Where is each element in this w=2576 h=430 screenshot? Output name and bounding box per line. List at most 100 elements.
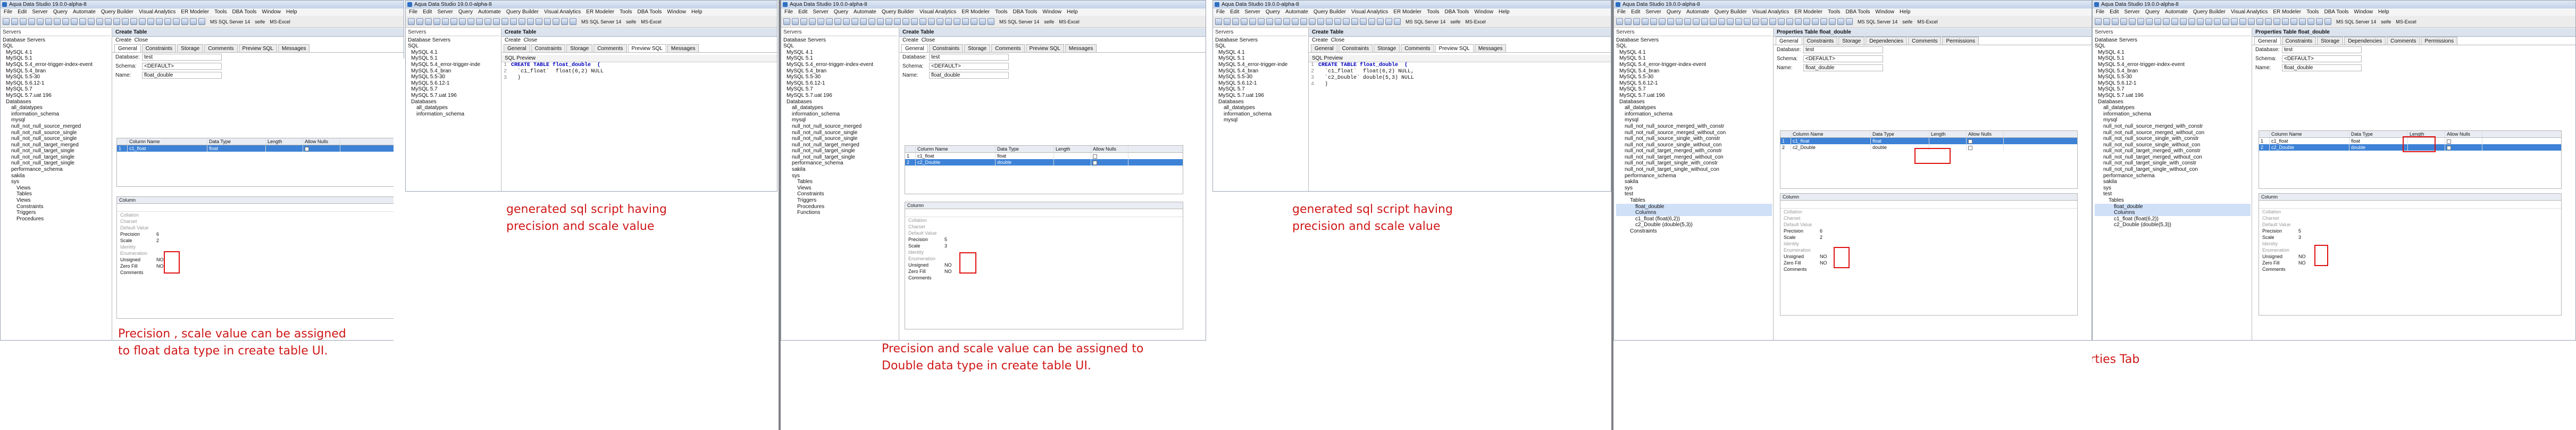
- create-button[interactable]: Create: [115, 37, 131, 43]
- toolbar-button[interactable]: [2290, 18, 2297, 25]
- server-selector[interactable]: MS SQL Server 14: [996, 19, 1039, 24]
- subtab-constraints[interactable]: Constraints: [1803, 37, 1838, 45]
- menu-automate[interactable]: Automate: [73, 9, 96, 16]
- tree-node[interactable]: null_not_null_target_single_with_constr: [1616, 160, 1772, 167]
- toolbar-button[interactable]: [450, 18, 457, 25]
- tab-properties[interactable]: Properties Table float_double: [1774, 28, 2092, 37]
- tree-node[interactable]: Databases: [1215, 99, 1307, 105]
- table-cell[interactable]: 2: [1780, 144, 1791, 151]
- tree-node[interactable]: MySQL 5.4_error-trigger-index-event: [2095, 62, 2251, 68]
- table-cell[interactable]: c1_float: [1791, 138, 1871, 144]
- toolbar-button[interactable]: [1224, 18, 1231, 25]
- database-field[interactable]: test: [2282, 46, 2362, 53]
- subtab-messages[interactable]: Messages: [278, 44, 310, 52]
- column-header[interactable]: Column Name: [1791, 131, 1871, 137]
- property-value[interactable]: NO: [2298, 260, 2306, 266]
- toolbar-button[interactable]: [484, 18, 491, 25]
- toolbar-button[interactable]: [1761, 18, 1768, 25]
- toolbar-button[interactable]: [2299, 18, 2306, 25]
- toolbar-button[interactable]: [71, 18, 78, 25]
- toolbar-button[interactable]: [1275, 18, 1282, 25]
- subtab-storage[interactable]: Storage: [177, 44, 204, 52]
- toolbar-button[interactable]: [2273, 18, 2280, 25]
- schema-field[interactable]: <DEFAULT>: [1803, 55, 1883, 62]
- toolbar-button[interactable]: [518, 18, 525, 25]
- menu-server[interactable]: Server: [1244, 9, 1260, 16]
- property-value[interactable]: 6: [156, 231, 159, 237]
- subtab-comments[interactable]: Comments: [991, 44, 1025, 52]
- menu-server[interactable]: Server: [2124, 9, 2139, 16]
- name-field[interactable]: float_double: [929, 71, 1009, 79]
- property-value[interactable]: 2: [156, 238, 159, 243]
- tree-node[interactable]: Triggers: [783, 197, 898, 204]
- table-cell[interactable]: [2445, 144, 2482, 151]
- toolbar-button[interactable]: [1650, 18, 1657, 25]
- tree-node[interactable]: MySQL 5.4_bran: [1215, 68, 1307, 75]
- toolbar-button[interactable]: [536, 18, 542, 25]
- excel-label[interactable]: MS-Excel: [266, 19, 290, 24]
- subtab-storage[interactable]: Storage: [2317, 37, 2344, 45]
- toolbar-button[interactable]: [1820, 18, 1827, 25]
- menu-help[interactable]: Help: [286, 9, 297, 16]
- menu-window[interactable]: Window: [667, 9, 686, 16]
- tree-node[interactable]: null_not_null_target_merged_without_con: [2095, 154, 2251, 161]
- menu-visual-analytics[interactable]: Visual Analytics: [1752, 9, 1789, 16]
- toolbar-button[interactable]: [834, 18, 841, 25]
- toolbar-button[interactable]: [826, 18, 833, 25]
- toolbar-button[interactable]: [1351, 18, 1358, 25]
- server-tree[interactable]: Servers Database Servers SQL MySQL 4.1 MySQL…: [406, 28, 501, 191]
- toolbar-button[interactable]: [851, 18, 858, 25]
- tree-node[interactable]: null_not_null_source_merged_without_con: [2095, 130, 2251, 136]
- toolbar-button[interactable]: [122, 18, 129, 25]
- tree-node[interactable]: MySQL 5.4_error-trigger-inde: [408, 62, 500, 68]
- tree-node[interactable]: performance_schema: [3, 167, 111, 173]
- tree-node[interactable]: MySQL 4.1: [408, 49, 500, 56]
- server-tree[interactable]: Servers Database Servers SQL MySQL 4.1 MySQL…: [1213, 28, 1309, 191]
- database-selector[interactable]: seife: [1899, 19, 1912, 24]
- toolbar-button[interactable]: [1727, 18, 1734, 25]
- toolbar-button[interactable]: [1769, 18, 1776, 25]
- toolbar-button[interactable]: [190, 18, 197, 25]
- tree-node[interactable]: SQL: [3, 43, 111, 49]
- toolbar-button[interactable]: [433, 18, 440, 25]
- toolbar-button[interactable]: [2137, 18, 2144, 25]
- property-value[interactable]: NO: [944, 269, 952, 274]
- toolbar-button[interactable]: [510, 18, 517, 25]
- menu-help[interactable]: Help: [2378, 9, 2389, 16]
- server-selector[interactable]: MS SQL Server 14: [207, 19, 250, 24]
- allow-nulls-checkbox[interactable]: [1093, 154, 1097, 159]
- table-row[interactable]: 2 c2_Double double: [905, 159, 1183, 166]
- column-header[interactable]: [117, 138, 128, 145]
- menu-window[interactable]: Window: [1042, 9, 1061, 16]
- table-cell[interactable]: [1054, 153, 1091, 159]
- toolbar-button[interactable]: [1778, 18, 1785, 25]
- subtab-comments[interactable]: Comments: [593, 44, 627, 52]
- tree-node[interactable]: MySQL 5.1: [783, 55, 898, 62]
- server-selector[interactable]: MS SQL Server 14: [578, 19, 621, 24]
- tree-node[interactable]: MySQL 5.4_bran: [1616, 68, 1772, 75]
- menu-automate[interactable]: Automate: [2165, 9, 2188, 16]
- subtab-general[interactable]: General: [2254, 37, 2281, 45]
- subtab-preview-sql[interactable]: Preview SQL: [628, 44, 666, 52]
- tree-node[interactable]: null_not_null_target_single: [783, 154, 898, 161]
- table-cell[interactable]: [1091, 159, 1128, 166]
- menu-tools[interactable]: Tools: [620, 9, 632, 16]
- toolbar-button[interactable]: [1241, 18, 1248, 25]
- excel-label[interactable]: MS-Excel: [1462, 19, 1486, 24]
- column-header[interactable]: Allow Nulls: [2445, 131, 2482, 137]
- subtab-preview-sql[interactable]: Preview SQL: [1025, 44, 1064, 52]
- menu-help[interactable]: Help: [1900, 9, 1911, 16]
- tab-create-table[interactable]: Create Table: [112, 28, 404, 37]
- column-header[interactable]: Data Type: [2349, 131, 2408, 137]
- toolbar-button[interactable]: [1710, 18, 1717, 25]
- server-tree[interactable]: Servers Database Servers SQL MySQL 4.1 MySQL…: [1, 28, 112, 340]
- tree-node[interactable]: MySQL 5.5-30: [1215, 74, 1307, 80]
- menu-edit[interactable]: Edit: [798, 9, 807, 16]
- subtab-general[interactable]: General: [114, 44, 141, 52]
- table-row[interactable]: 1 c1_float float: [1780, 138, 2077, 144]
- column-header[interactable]: Allow Nulls: [1091, 146, 1128, 152]
- toolbar-button[interactable]: [1846, 18, 1853, 25]
- menu-tools[interactable]: Tools: [1427, 9, 1439, 16]
- property-value[interactable]: NO: [2298, 254, 2306, 259]
- toolbar-button[interactable]: [493, 18, 500, 25]
